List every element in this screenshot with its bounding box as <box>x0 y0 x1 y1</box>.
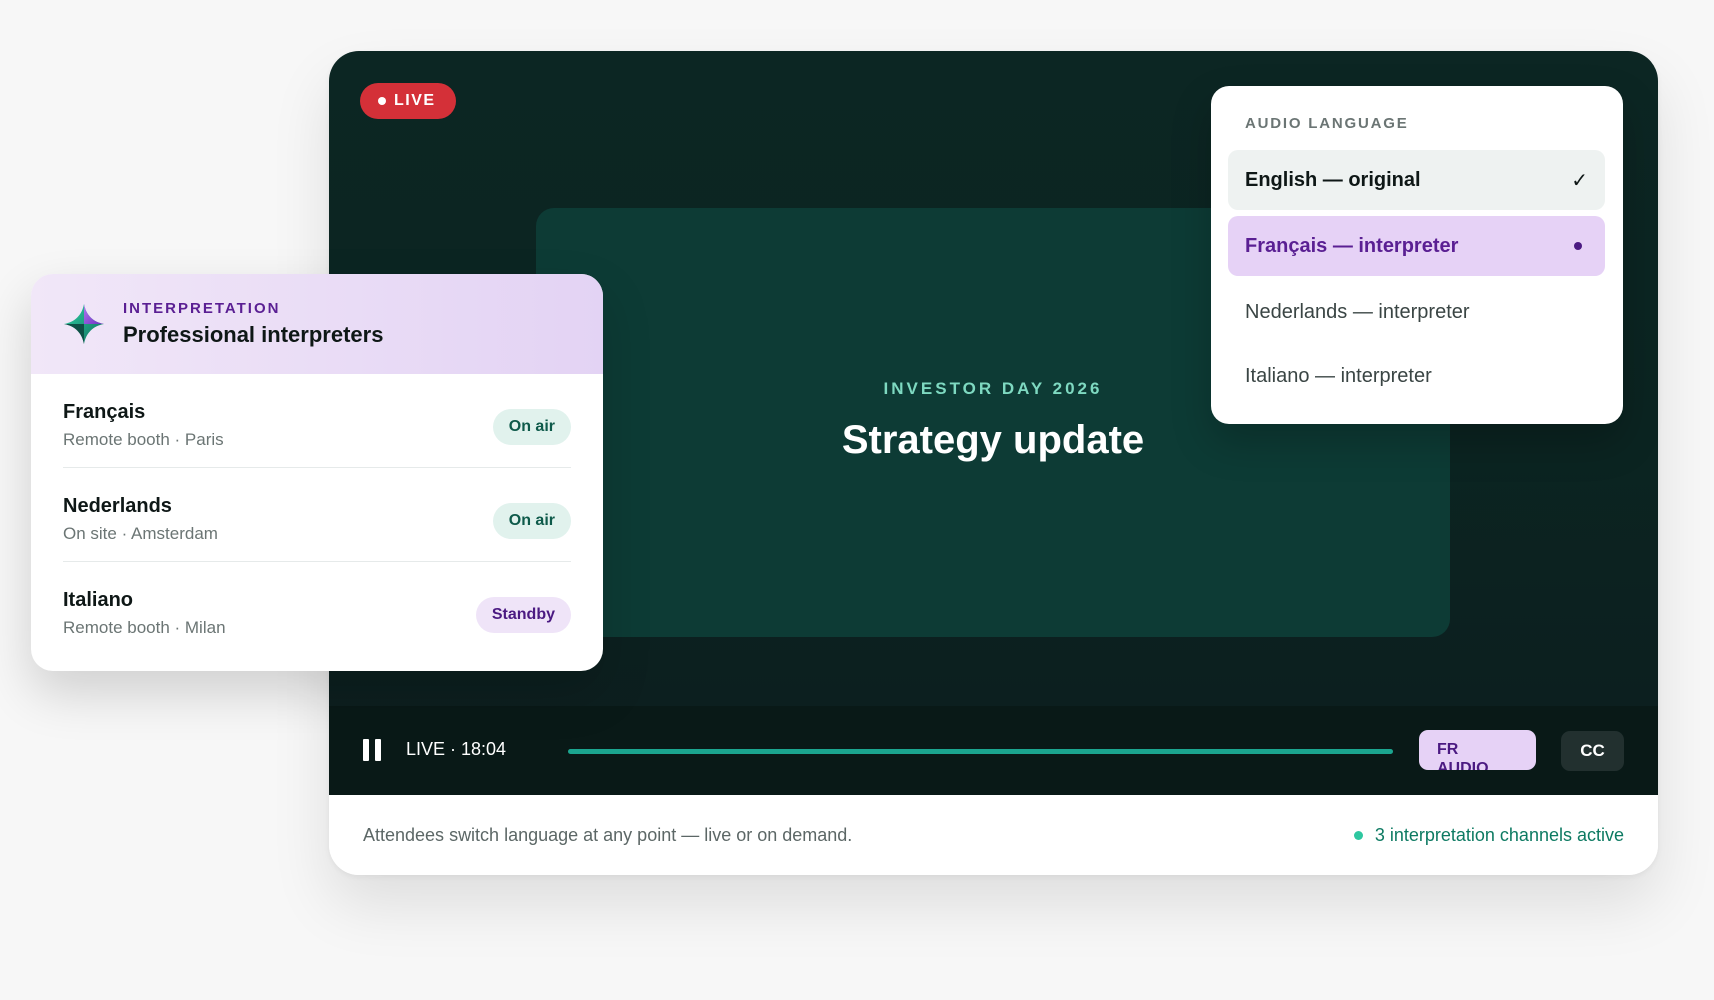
progress-bar[interactable] <box>568 749 1393 754</box>
live-dot-icon <box>378 97 386 105</box>
status-badge: Standby <box>475 597 571 633</box>
checkmark-icon: ✓ <box>1571 169 1588 192</box>
interpreter-location: Remote booth · Milan <box>63 618 226 637</box>
interpretation-title: Professional interpreters <box>123 322 384 347</box>
interpreter-row-francais[interactable]: Français Remote booth · Paris On air <box>63 374 571 468</box>
progress-fill <box>568 749 1393 754</box>
status-badge: On air <box>492 503 571 539</box>
channels-status-label: 3 interpretation channels active <box>1374 825 1624 845</box>
closed-captions-button[interactable]: CC <box>1561 731 1624 771</box>
interpreter-row-nederlands[interactable]: Nederlands On site · Amsterdam On air <box>63 468 571 562</box>
audio-language-button[interactable]: FR AUDIO <box>1419 730 1536 770</box>
active-dot-icon <box>1574 242 1582 250</box>
language-option-label: English — original <box>1245 168 1421 191</box>
player-footer: Attendees switch language at any point —… <box>329 795 1658 875</box>
language-option-label: Français — interpreter <box>1245 234 1459 257</box>
status-dot-icon <box>1353 831 1363 840</box>
live-badge-label: LIVE <box>394 92 436 109</box>
language-option-english[interactable]: English — original ✓ <box>1228 150 1605 210</box>
status-badge: On air <box>492 409 571 445</box>
channels-status: 3 interpretation channels active <box>1353 825 1624 846</box>
live-timecode: LIVE · 18:04 <box>406 739 507 759</box>
audio-language-heading: AUDIO LANGUAGE <box>1245 115 1409 132</box>
audio-language-caption: AUDIO <box>1437 760 1489 770</box>
live-badge: LIVE <box>360 83 456 119</box>
footer-note: Attendees switch language at any point —… <box>363 825 853 845</box>
language-option-nederlands[interactable]: Nederlands — interpreter <box>1228 282 1605 342</box>
pause-icon-bar <box>375 739 381 761</box>
stage-title: Strategy update <box>841 418 1145 462</box>
interpreter-language: Nederlands <box>63 495 172 517</box>
interpreter-language: Italiano <box>63 589 134 611</box>
interpreter-location: On site · Amsterdam <box>63 524 218 543</box>
interpretation-card: INTERPRETATION Professional interpreters… <box>31 274 603 671</box>
interpretation-header: INTERPRETATION Professional interpreters <box>31 274 603 374</box>
interpretation-eyebrow: INTERPRETATION <box>123 300 281 317</box>
language-option-label: Nederlands — interpreter <box>1245 300 1470 323</box>
interpreter-row-italiano[interactable]: Italiano Remote booth · Milan Standby <box>63 562 571 656</box>
control-bar: LIVE · 18:04 FR AUDIO CC <box>329 706 1658 795</box>
audio-language-menu: AUDIO LANGUAGE English — original ✓ Fran… <box>1211 86 1623 424</box>
audio-language-code: FR <box>1437 741 1459 758</box>
language-option-francais[interactable]: Français — interpreter <box>1228 216 1605 276</box>
language-option-label: Italiano — interpreter <box>1245 364 1432 387</box>
interpreter-language: Français <box>63 401 146 423</box>
interpreter-location: Remote booth · Paris <box>63 430 224 449</box>
sparkle-logo-icon <box>64 304 104 344</box>
pause-icon <box>363 739 369 761</box>
language-option-italiano[interactable]: Italiano — interpreter <box>1228 346 1605 406</box>
pause-button[interactable] <box>363 739 381 761</box>
